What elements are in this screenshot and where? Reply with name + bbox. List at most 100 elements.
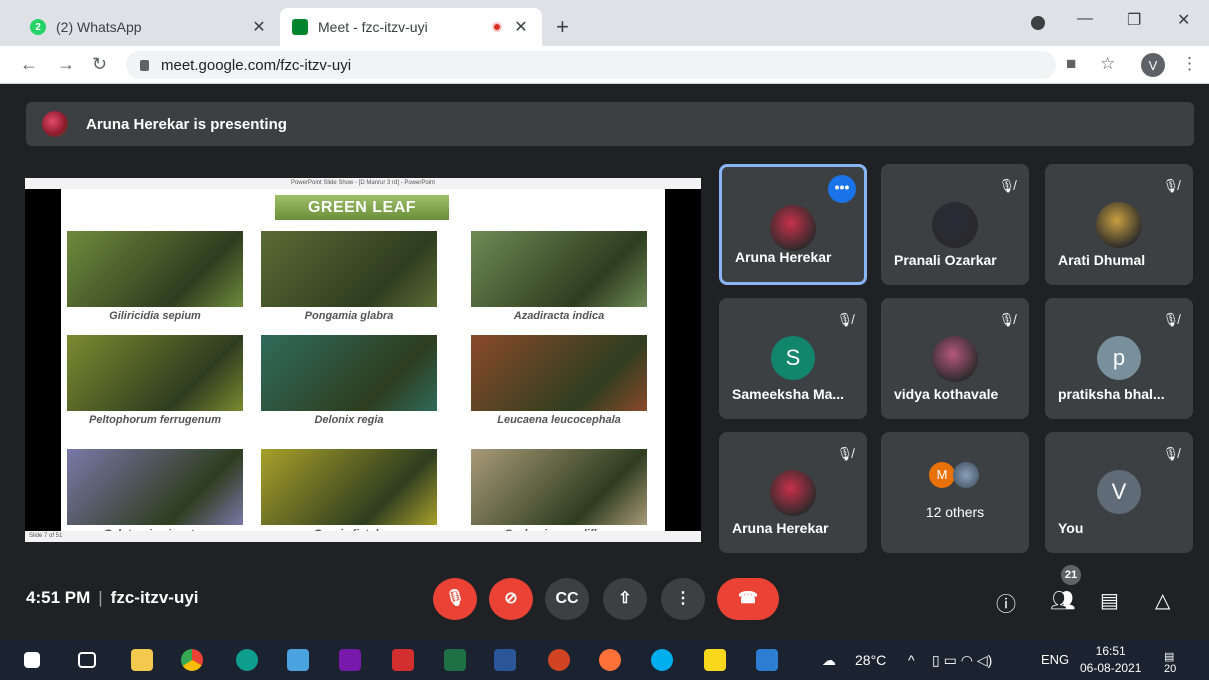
sticky-notes-icon[interactable]: [704, 649, 726, 671]
minimize-icon[interactable]: —: [1077, 10, 1093, 28]
crop-photo: [471, 231, 647, 307]
participant-tile[interactable]: 🎙︎̸ vidya kothavale: [881, 298, 1029, 419]
close-window-icon[interactable]: ✕: [1177, 10, 1190, 30]
participant-name: You: [1058, 520, 1084, 536]
presentation-screen: PowerPoint Slide Show - [D Manrur 3 rd] …: [25, 178, 701, 542]
crop-caption: Pongamia glabra: [304, 310, 394, 322]
url-input[interactable]: meet.google.com/fzc-itzv-uyi: [126, 51, 1056, 79]
camera-icon[interactable]: ■: [1066, 54, 1076, 74]
task-view-icon[interactable]: [78, 652, 96, 668]
tab-title: Meet - fzc-itzv-uyi: [318, 19, 428, 35]
forward-icon[interactable]: →: [57, 54, 75, 75]
present-button[interactable]: ⇧: [603, 578, 647, 620]
meeting-time: 4:51 PM: [26, 588, 91, 607]
firefox-icon[interactable]: [599, 649, 621, 671]
crop-item: Cassia fistula: [261, 449, 437, 540]
weather-icon[interactable]: ☁: [822, 652, 836, 669]
participant-tile[interactable]: 🎙︎̸ Arati Dhumal: [1045, 164, 1193, 285]
meet-icon: [292, 19, 308, 35]
windows-start-icon[interactable]: [24, 652, 40, 668]
weather-temp[interactable]: 28°C: [855, 652, 886, 668]
participant-name: Sameeksha Ma...: [732, 386, 845, 402]
chat-icon[interactable]: ▤: [1100, 588, 1119, 613]
close-tab-icon[interactable]: ✕: [250, 17, 268, 37]
mic-muted-icon: 🎙︎̸: [1162, 312, 1179, 327]
menu-icon[interactable]: ⋮: [1181, 54, 1198, 74]
notification-count: 20: [1164, 663, 1177, 675]
mic-off-button[interactable]: 🎙︎: [433, 578, 477, 620]
onenote-icon[interactable]: [339, 649, 361, 671]
tab-whatsapp[interactable]: 2 (2) WhatsApp ✕: [18, 8, 280, 46]
word-icon[interactable]: [494, 649, 516, 671]
new-tab-button[interactable]: +: [556, 14, 569, 40]
crop-photo: [67, 231, 243, 307]
url-text: meet.google.com/fzc-itzv-uyi: [161, 56, 352, 74]
participant-tile[interactable]: 🎙︎̸ p pratiksha bhal...: [1045, 298, 1193, 419]
powerpoint-icon[interactable]: [548, 649, 570, 671]
mic-muted-icon: 🎙︎̸: [998, 178, 1015, 193]
tray-icons[interactable]: ▯ ▭ ◠ ◁): [932, 652, 992, 669]
snipping-tool-icon[interactable]: [756, 649, 778, 671]
presenter-avatar: [42, 111, 68, 137]
crop-item: Leucaena leucocephala: [471, 335, 647, 426]
crop-caption: Delonix regia: [314, 414, 384, 426]
close-tab-icon[interactable]: ✕: [512, 17, 530, 37]
participant-avatar: S: [771, 336, 815, 380]
participant-avatar: V: [1097, 470, 1141, 514]
participant-photo: [953, 462, 979, 488]
crop-caption: Giliricidia sepium: [109, 310, 201, 322]
tab-search-icon[interactable]: [1031, 16, 1045, 30]
lock-icon: [140, 59, 149, 71]
meeting-details-icon[interactable]: ⓘ: [996, 588, 1016, 617]
crop-item: Azadiracta indica: [471, 231, 647, 322]
camera-off-button[interactable]: ⊘: [489, 578, 533, 620]
captions-button[interactable]: CC: [545, 578, 589, 620]
bookmark-star-icon[interactable]: ☆: [1100, 54, 1115, 74]
address-bar-row: ← → ↻ meet.google.com/fzc-itzv-uyi ■ ☆ ⋮: [0, 46, 1209, 84]
leave-call-button[interactable]: ☎: [717, 578, 779, 620]
crop-caption: Leucaena leucocephala: [497, 414, 621, 426]
activities-icon[interactable]: △: [1155, 588, 1170, 613]
acrobat-icon[interactable]: [392, 649, 414, 671]
language-indicator[interactable]: ENG: [1041, 652, 1069, 667]
participant-tile[interactable]: 🎙︎̸ S Sameeksha Ma...: [719, 298, 867, 419]
restore-icon[interactable]: ❐: [1127, 10, 1141, 30]
meeting-code: fzc-itzv-uyi: [110, 588, 199, 607]
mic-muted-icon: 🎙︎̸: [1162, 178, 1179, 193]
notification-center-icon[interactable]: ▤ 20: [1164, 650, 1186, 675]
meeting-info: 4:51 PM | fzc-itzv-uyi: [26, 588, 199, 607]
people-icon[interactable]: 👥︎: [1050, 588, 1075, 613]
tab-title: (2) WhatsApp: [56, 19, 142, 35]
browser-tab-bar: 2 (2) WhatsApp ✕ Meet - fzc-itzv-uyi ✕ +…: [0, 0, 1209, 46]
profile-avatar[interactable]: V: [1141, 53, 1165, 77]
more-options-button[interactable]: ⋮: [661, 578, 705, 620]
file-explorer-icon[interactable]: [131, 649, 153, 671]
crop-photo: [261, 335, 437, 411]
tray-chevron-icon[interactable]: ^: [908, 652, 915, 668]
people-count-badge: 21: [1061, 565, 1081, 585]
skype-icon[interactable]: [651, 649, 673, 671]
participant-tile[interactable]: ••• Aruna Herekar: [719, 164, 867, 285]
mic-muted-icon: 🎙︎̸: [836, 446, 853, 461]
crop-photo: [471, 449, 647, 525]
tab-meet[interactable]: Meet - fzc-itzv-uyi ✕: [280, 8, 542, 46]
crop-photo: [67, 449, 243, 525]
participant-tile[interactable]: 🎙︎̸ Pranali Ozarkar: [881, 164, 1029, 285]
participant-avatar: M: [929, 462, 955, 488]
participant-tile[interactable]: 🎙︎̸ V You: [1045, 432, 1193, 553]
crop-photo: [471, 335, 647, 411]
taskbar-clock[interactable]: 16:51 06-08-2021: [1080, 643, 1141, 677]
participant-tile[interactable]: 🎙︎̸ Aruna Herekar: [719, 432, 867, 553]
edge-icon[interactable]: [236, 649, 258, 671]
chrome-icon[interactable]: [181, 649, 203, 671]
participant-name: pratiksha bhal...: [1058, 386, 1165, 402]
reload-icon[interactable]: ↻: [92, 54, 107, 75]
participant-name: Pranali Ozarkar: [894, 252, 997, 268]
excel-icon[interactable]: [444, 649, 466, 671]
more-options-icon[interactable]: •••: [828, 175, 856, 203]
presenting-text: Aruna Herekar is presenting: [86, 115, 287, 133]
back-icon[interactable]: ←: [20, 54, 38, 75]
participant-tile[interactable]: M 12 others: [881, 432, 1029, 553]
photos-icon[interactable]: [287, 649, 309, 671]
others-label: 12 others: [925, 504, 985, 520]
